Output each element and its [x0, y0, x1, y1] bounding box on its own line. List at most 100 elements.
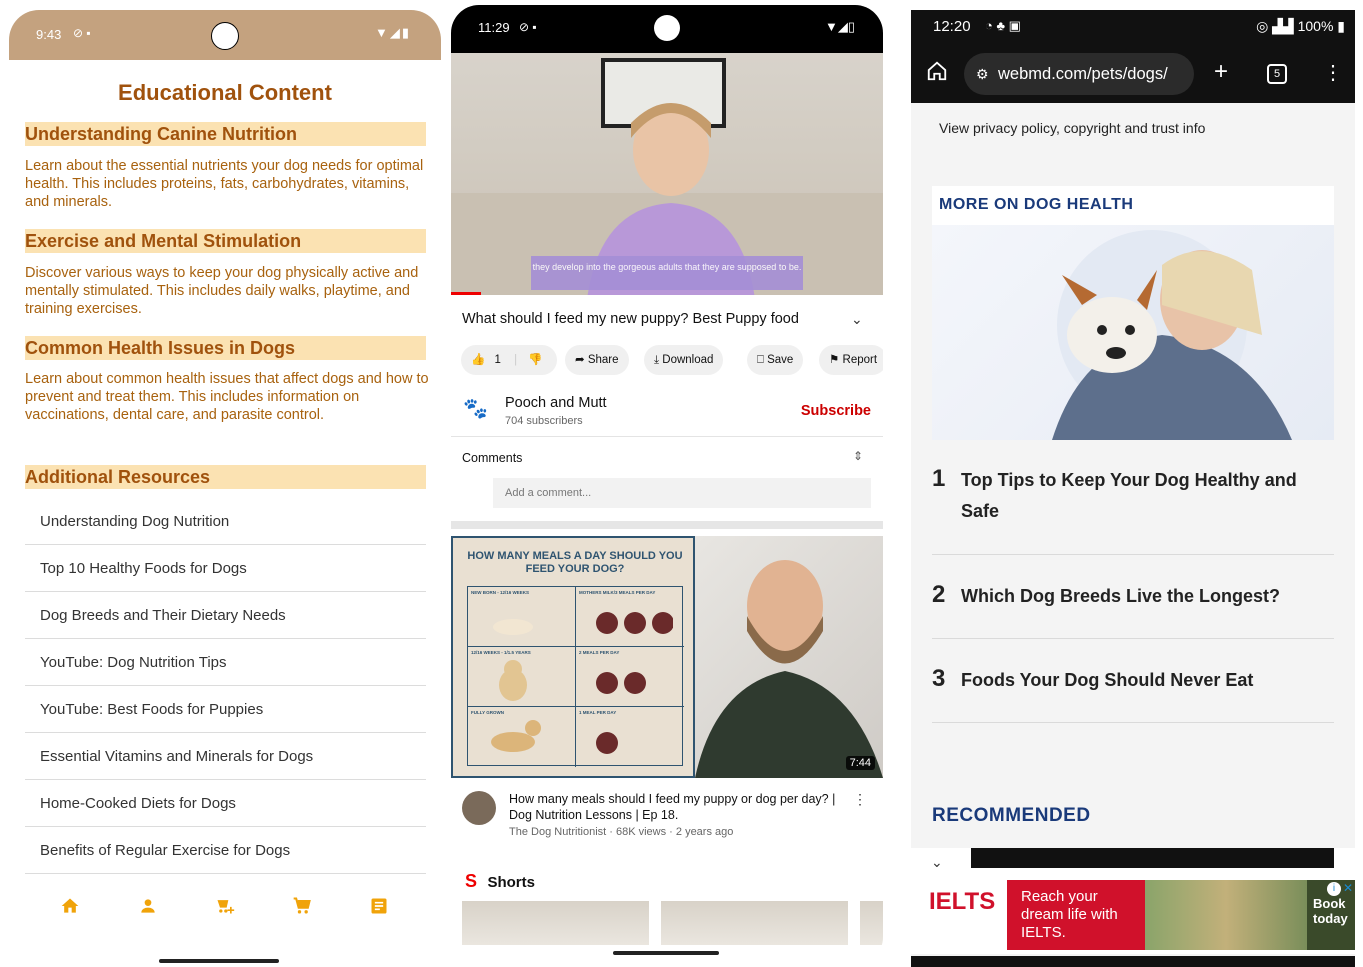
comments-section[interactable]: Comments ⇕ Add a comment... [451, 437, 883, 519]
gesture-bar[interactable] [613, 951, 719, 955]
resource-link[interactable]: Top 10 Healthy Foods for Dogs [25, 545, 426, 592]
phone-webmd: 12:20 ◔ ♣ ▣ ◎ ▟▟ 100% ▮ ⚙ webmd.com/pets… [911, 10, 1355, 967]
phone-youtube: 11:29 ⊘ ▪ ▼◢▯ they develop into the gorg… [451, 5, 883, 965]
url-bar[interactable]: ⚙ webmd.com/pets/dogs/ [964, 53, 1194, 95]
ad-close-icon[interactable]: ✕ [1343, 881, 1353, 895]
channel-avatar[interactable] [462, 791, 496, 825]
download-button[interactable]: ⤓ Download [644, 345, 724, 375]
privacy-link[interactable]: View privacy policy, copyright and trust… [939, 120, 1205, 136]
expand-icon[interactable]: ⇕ [853, 449, 863, 463]
url-text[interactable]: webmd.com/pets/dogs/ [998, 65, 1168, 83]
article-link[interactable]: 3 Foods Your Dog Should Never Eat [932, 665, 1334, 723]
video-player[interactable]: they develop into the gorgeous adults th… [451, 53, 883, 295]
video-progress[interactable] [451, 292, 481, 295]
comments-label: Comments [462, 451, 523, 465]
presenter-photo [695, 536, 883, 778]
home-icon[interactable] [59, 896, 81, 918]
short-thumbnail[interactable] [661, 901, 848, 945]
resource-link[interactable]: Dog Breeds and Their Dietary Needs [25, 592, 426, 639]
battery-icon: ▮ [1333, 18, 1345, 34]
short-thumbnail[interactable] [462, 901, 649, 945]
ad-text: Reach your dream life with IELTS. [1007, 880, 1145, 950]
camera-cutout [211, 22, 239, 50]
thumbs-down-icon[interactable]: 👎 [528, 354, 542, 366]
shorts-icon: S [465, 871, 478, 891]
new-tab-icon[interactable]: + [1214, 58, 1228, 86]
resource-link[interactable]: YouTube: Dog Nutrition Tips [25, 639, 426, 686]
like-count: 1 [494, 354, 501, 366]
recommended-heading: RECOMMENDED [932, 805, 1091, 826]
person-icon[interactable] [137, 896, 159, 918]
resource-link[interactable]: Understanding Dog Nutrition [25, 498, 426, 545]
ad-strip [971, 848, 1334, 868]
video2-title[interactable]: How many meals should I feed my puppy or… [509, 791, 839, 823]
more-options-icon[interactable]: ⋮ [1323, 60, 1343, 85]
bookmark-icon: ⎕ [757, 354, 768, 366]
section-heading-nutrition: Understanding Canine Nutrition [25, 122, 426, 146]
article-number: 1 [932, 465, 946, 492]
tab-switcher-button[interactable]: 5 [1267, 64, 1287, 84]
food-bowls [593, 729, 623, 757]
home-icon[interactable] [926, 60, 948, 88]
like-dislike-button[interactable]: 👍 1 | 👎 [461, 345, 557, 375]
save-button[interactable]: ⎕ Save [747, 345, 804, 375]
video-caption: they develop into the gorgeous adults th… [531, 256, 803, 290]
status-time: 11:29 [478, 20, 510, 35]
video-duration: 7:44 [845, 756, 875, 770]
article-title[interactable]: Top Tips to Keep Your Dog Healthy and Sa… [961, 465, 1321, 527]
article-link[interactable]: 1 Top Tips to Keep Your Dog Healthy and … [932, 465, 1334, 555]
download-label: Download [662, 354, 714, 366]
thumbs-up-icon[interactable]: 👍 [471, 354, 485, 366]
resource-link[interactable]: YouTube: Best Foods for Puppies [25, 686, 426, 733]
share-label: Share [587, 354, 619, 366]
video-thumbnail[interactable]: HOW MANY MEALS A DAY SHOULD YOU FEED YOU… [451, 536, 883, 778]
section-body-nutrition: Learn about the essential nutrients your… [25, 158, 424, 210]
ad-image [1145, 880, 1307, 950]
report-button[interactable]: ⚑ Report [819, 345, 883, 375]
signal-battery-icon: ▼◢▯ [824, 19, 855, 34]
food-bowls [593, 669, 653, 697]
channel-row[interactable]: 🐾 Pooch and Mutt 704 subscribers Subscri… [451, 387, 883, 437]
ielts-ad-banner[interactable]: IELTS Reach your dream life with IELTS. … [911, 880, 1355, 950]
food-bowls [593, 609, 674, 637]
resource-link[interactable]: Essential Vitamins and Minerals for Dogs [25, 733, 426, 780]
more-options-icon[interactable]: ⋮ [853, 791, 867, 808]
video-title[interactable]: What should I feed my new puppy? Best Pu… [462, 311, 799, 327]
share-icon: ➦ [575, 354, 588, 366]
cart-icon[interactable] [291, 896, 313, 918]
share-button[interactable]: ➦ Share [565, 345, 629, 375]
phone-educational-app: 9:43 ⊘ ▪ ▼◢▮ Educational Content Underst… [9, 10, 441, 967]
article-number: 3 [932, 665, 946, 692]
article-icon[interactable] [368, 896, 390, 918]
page-title: Educational Content [118, 80, 332, 105]
puppy-image [488, 609, 538, 637]
collapse-ad-icon[interactable]: ⌄ [931, 854, 943, 871]
article-title[interactable]: Foods Your Dog Should Never Eat [961, 665, 1321, 696]
channel-avatar[interactable]: 🐾 [463, 396, 493, 426]
add-comment-input[interactable]: Add a comment... [493, 478, 871, 508]
flag-icon: ⚑ [829, 354, 843, 366]
add-to-cart-icon[interactable] [214, 896, 236, 918]
resource-link[interactable]: Benefits of Regular Exercise for Dogs [25, 827, 426, 874]
ad-info-icon[interactable]: i [1327, 882, 1341, 896]
chevron-down-icon[interactable]: ⌄ [851, 311, 863, 328]
short-thumbnail[interactable] [860, 901, 883, 945]
gesture-bar[interactable] [159, 959, 279, 963]
battery-percent: 100% [1297, 18, 1334, 34]
dnd-icon: ⊘ ▪ [519, 20, 537, 34]
resources-heading: Additional Resources [25, 465, 426, 489]
camera-cutout [654, 15, 680, 41]
subscribe-button[interactable]: Subscribe [801, 403, 871, 419]
more-on-dog-health-card[interactable]: MORE ON DOG HEALTH [932, 186, 1334, 440]
article-link[interactable]: 2 Which Dog Breeds Live the Longest? [932, 581, 1334, 639]
channel-name[interactable]: Pooch and Mutt [505, 395, 607, 411]
status-bar: 12:20 ◔ ♣ ▣ ◎ ▟▟ 100% ▮ [911, 10, 1355, 43]
section-body-health: Learn about common health issues that af… [25, 371, 429, 423]
article-title[interactable]: Which Dog Breeds Live the Longest? [961, 581, 1321, 612]
section-heading-exercise: Exercise and Mental Stimulation [25, 229, 426, 253]
site-info-icon[interactable]: ⚙ [976, 53, 989, 95]
infographic-heading: HOW MANY MEALS A DAY SHOULD YOU FEED YOU… [467, 550, 683, 575]
resource-link[interactable]: Home-Cooked Diets for Dogs [25, 780, 426, 827]
status-time: 9:43 [36, 27, 62, 42]
dog-hug-image[interactable] [932, 225, 1334, 440]
